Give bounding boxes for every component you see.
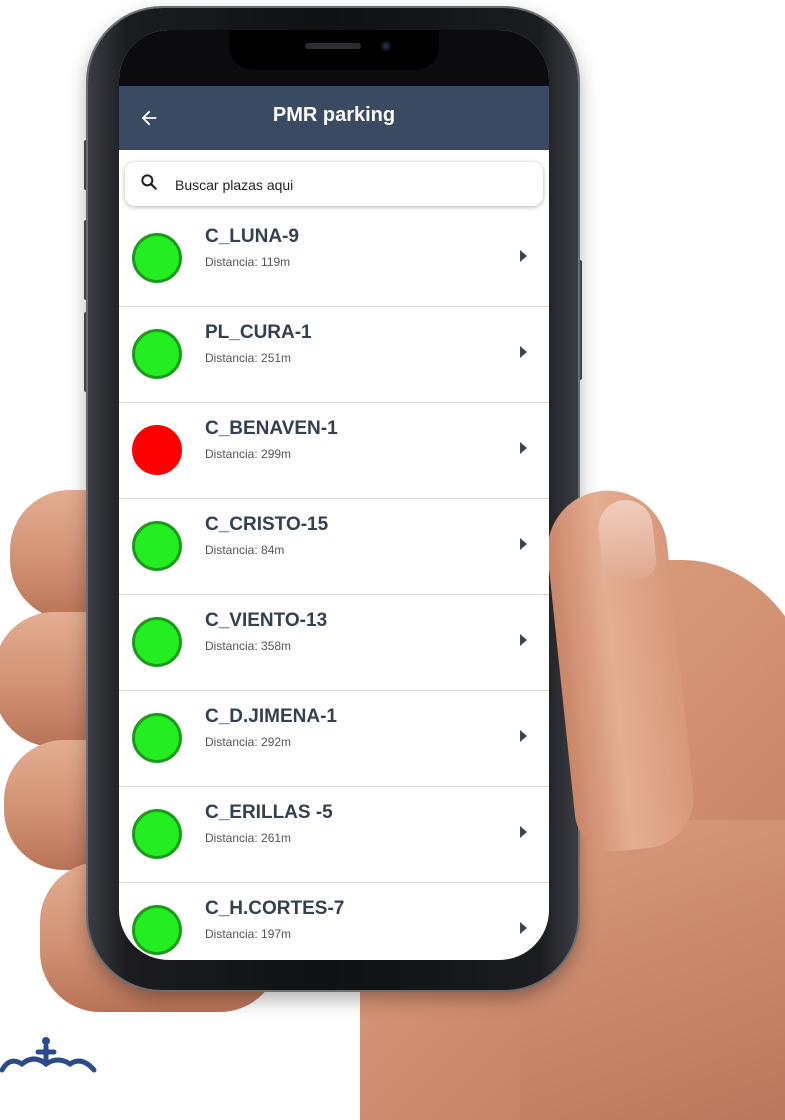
front-camera bbox=[381, 41, 391, 51]
parking-list-item[interactable]: C_H.CORTES-7 Distancia: 197m bbox=[119, 883, 549, 960]
parking-spot-distance: Distancia: 84m bbox=[205, 543, 284, 557]
distance-label: Distancia: bbox=[205, 255, 258, 269]
status-indicator-icon bbox=[132, 521, 182, 571]
parking-list-item[interactable]: C_BENAVEN-1 Distancia: 299m bbox=[119, 403, 549, 499]
chevron-right-icon[interactable] bbox=[520, 346, 527, 358]
parking-spot-distance: Distancia: 292m bbox=[205, 735, 291, 749]
earpiece-speaker bbox=[305, 43, 361, 49]
parking-spot-name: C_LUNA-9 bbox=[205, 226, 299, 247]
parking-list-item[interactable]: PL_CURA-1 Distancia: 251m bbox=[119, 307, 549, 403]
phone-screen: PMR parking C_LUNA-9 Distancia: 119m PL_CU… bbox=[119, 30, 549, 960]
distance-value: 251m bbox=[261, 351, 292, 365]
app-bar: PMR parking bbox=[119, 86, 549, 150]
parking-spot-distance: Distancia: 261m bbox=[205, 831, 291, 845]
distance-label: Distancia: bbox=[205, 639, 258, 653]
parking-spot-name: PL_CURA-1 bbox=[205, 322, 312, 343]
parking-spot-distance: Distancia: 299m bbox=[205, 447, 291, 461]
distance-value: 119m bbox=[261, 255, 291, 269]
distance-value: 261m bbox=[261, 831, 292, 845]
coat-of-arms-logo bbox=[0, 1037, 97, 1073]
distance-value: 299m bbox=[261, 447, 292, 461]
status-indicator-icon bbox=[132, 713, 182, 763]
status-indicator-icon bbox=[132, 905, 182, 955]
chevron-right-icon[interactable] bbox=[520, 922, 527, 934]
page-title: PMR parking bbox=[272, 104, 396, 126]
parking-spot-distance: Distancia: 197m bbox=[205, 927, 291, 941]
status-indicator-icon bbox=[132, 233, 182, 283]
parking-spot-distance: Distancia: 119m bbox=[205, 255, 290, 269]
parking-spot-distance: Distancia: 251m bbox=[205, 351, 291, 365]
parking-list-item[interactable]: C_LUNA-9 Distancia: 119m bbox=[119, 211, 549, 307]
distance-label: Distancia: bbox=[205, 543, 258, 557]
parking-list-item[interactable]: C_CRISTO-15 Distancia: 84m bbox=[119, 499, 549, 595]
status-indicator-icon bbox=[132, 617, 182, 667]
distance-label: Distancia: bbox=[205, 351, 258, 365]
parking-list-item[interactable]: C_D.JIMENA-1 Distancia: 292m bbox=[119, 691, 549, 787]
chevron-right-icon[interactable] bbox=[520, 634, 527, 646]
status-bar bbox=[119, 30, 549, 86]
distance-value: 84m bbox=[261, 543, 285, 557]
distance-label: Distancia: bbox=[205, 927, 258, 941]
chevron-right-icon[interactable] bbox=[520, 250, 527, 262]
chevron-right-icon[interactable] bbox=[520, 826, 527, 838]
parking-list-item[interactable]: C_VIENTO-13 Distancia: 358m bbox=[119, 595, 549, 691]
status-indicator-icon bbox=[132, 329, 182, 379]
parking-list-item[interactable]: C_ERILLAS -5 Distancia: 261m bbox=[119, 787, 549, 883]
parking-spot-distance: Distancia: 358m bbox=[205, 639, 291, 653]
parking-spot-name: C_ERILLAS -5 bbox=[205, 802, 333, 823]
parking-spot-name: C_CRISTO-15 bbox=[205, 514, 329, 535]
status-indicator-icon bbox=[132, 425, 182, 475]
distance-label: Distancia: bbox=[205, 447, 258, 461]
distance-label: Distancia: bbox=[205, 831, 258, 845]
parking-spot-name: C_BENAVEN-1 bbox=[205, 418, 338, 439]
distance-value: 292m bbox=[261, 735, 292, 749]
chevron-right-icon[interactable] bbox=[520, 538, 527, 550]
distance-label: Distancia: bbox=[205, 735, 258, 749]
chevron-right-icon[interactable] bbox=[520, 442, 527, 454]
search-bar[interactable] bbox=[125, 162, 543, 206]
distance-value: 358m bbox=[261, 639, 292, 653]
search-icon bbox=[141, 174, 157, 190]
parking-spot-name: C_H.CORTES-7 bbox=[205, 898, 345, 919]
parking-spot-name: C_VIENTO-13 bbox=[205, 610, 328, 631]
phone-notch bbox=[229, 30, 439, 70]
parking-list: C_LUNA-9 Distancia: 119m PL_CURA-1 Distanci… bbox=[119, 211, 549, 960]
status-indicator-icon bbox=[132, 809, 182, 859]
parking-spot-name: C_D.JIMENA-1 bbox=[205, 706, 337, 727]
search-input[interactable] bbox=[173, 168, 527, 202]
distance-value: 197m bbox=[261, 927, 292, 941]
chevron-right-icon[interactable] bbox=[520, 730, 527, 742]
